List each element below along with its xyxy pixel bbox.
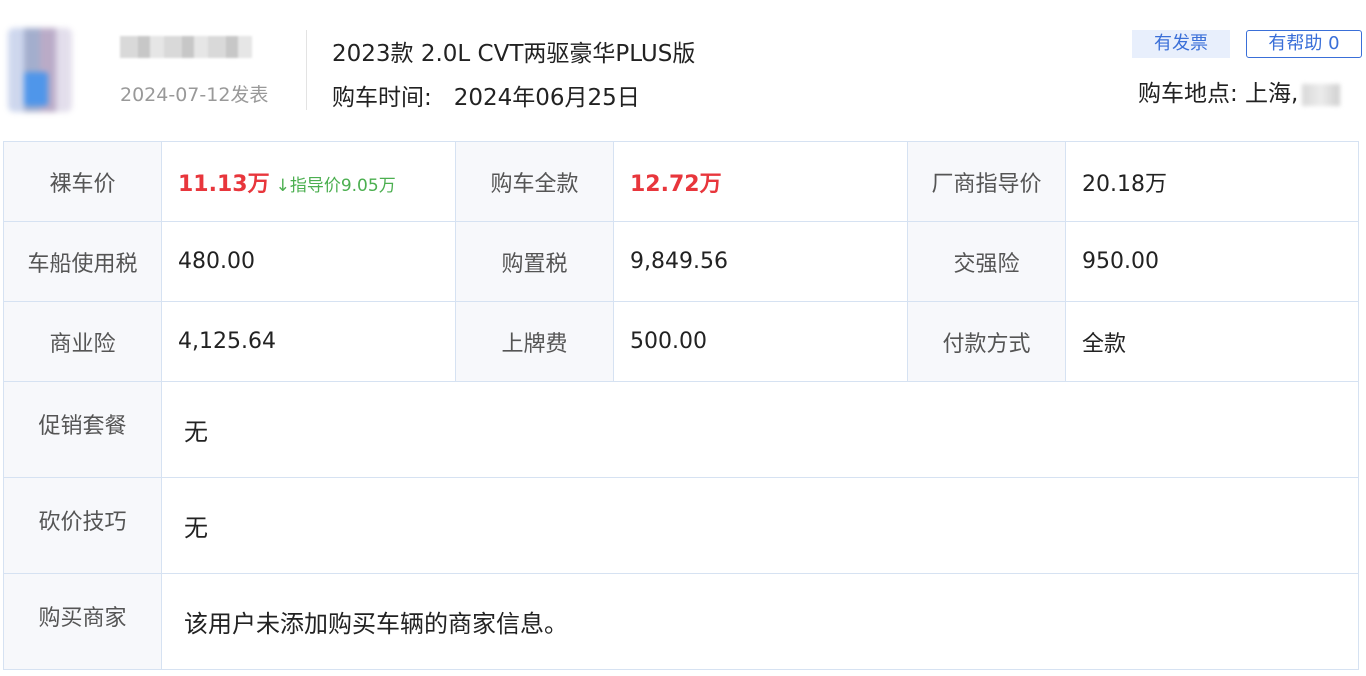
msrp-value: 20.18万 — [1065, 141, 1359, 222]
payment-method-value: 全款 — [1065, 301, 1359, 382]
purchase-tax-label: 购置税 — [455, 221, 614, 302]
bare-price-label: 裸车价 — [3, 141, 162, 222]
dealer-label: 购买商家 — [3, 573, 162, 670]
post-date: 2024-07-12发表 — [120, 84, 269, 106]
compulsory-insurance-value: 950.00 — [1065, 221, 1359, 302]
purchase-time: 购车时间: 2024年06月25日 — [332, 78, 640, 112]
bare-price-cell: 11.13万 ↓指导价9.05万 — [161, 141, 456, 222]
commercial-insurance-label: 商业险 — [3, 301, 162, 382]
guide-price-note: ↓指导价9.05万 — [275, 175, 396, 196]
table-row: 商业险 4,125.64 上牌费 500.00 付款方式 全款 — [3, 301, 1359, 382]
bargain-tips-value: 无 — [161, 477, 1359, 574]
table-row: 裸车价 11.13万 ↓指导价9.05万 购车全款 12.72万 厂商指导价 20… — [3, 141, 1359, 222]
bargain-tips-label: 砍价技巧 — [3, 477, 162, 574]
plate-fee-value: 500.00 — [613, 301, 908, 382]
promo-package-value: 无 — [161, 381, 1359, 478]
vehicle-tax-value: 480.00 — [161, 221, 456, 302]
car-model-title[interactable]: 2023款 2.0L CVT两驱豪华PLUS版 — [332, 34, 695, 68]
purchase-time-value: 2024年06月25日 — [453, 85, 640, 111]
review-header: 2024-07-12发表 2023款 2.0L CVT两驱豪华PLUS版 购车时… — [0, 0, 1366, 140]
total-price-cell: 12.72万 — [613, 141, 908, 222]
dealer-value: 该用户未添加购买车辆的商家信息。 — [161, 573, 1359, 670]
purchase-location: 购车地点: 上海, — [1138, 74, 1341, 108]
table-row: 购买商家 该用户未添加购买车辆的商家信息。 — [3, 573, 1359, 670]
table-row: 促销套餐 无 — [3, 381, 1359, 478]
location-blurred — [1302, 83, 1341, 106]
table-row: 车船使用税 480.00 购置税 9,849.56 交强险 950.00 — [3, 221, 1359, 302]
total-price-value: 12.72万 — [630, 171, 722, 197]
commercial-insurance-value: 4,125.64 — [161, 301, 456, 382]
compulsory-insurance-label: 交强险 — [907, 221, 1066, 302]
plate-fee-label: 上牌费 — [455, 301, 614, 382]
avatar[interactable] — [8, 28, 72, 112]
username-blurred[interactable] — [120, 36, 252, 58]
bare-price-value: 11.13万 — [178, 171, 270, 197]
invoice-badge: 有发票 — [1132, 30, 1230, 58]
helpful-button[interactable]: 有帮助 0 — [1246, 30, 1362, 58]
header-divider — [306, 30, 307, 110]
table-row: 砍价技巧 无 — [3, 477, 1359, 574]
purchase-time-label: 购车时间: — [332, 85, 432, 111]
msrp-label: 厂商指导价 — [907, 141, 1066, 222]
vehicle-tax-label: 车船使用税 — [3, 221, 162, 302]
payment-method-label: 付款方式 — [907, 301, 1066, 382]
price-details-table: 裸车价 11.13万 ↓指导价9.05万 购车全款 12.72万 厂商指导价 20… — [3, 141, 1359, 670]
promo-package-label: 促销套餐 — [3, 381, 162, 478]
purchase-tax-value: 9,849.56 — [613, 221, 908, 302]
total-price-label: 购车全款 — [455, 141, 614, 222]
purchase-location-text: 购车地点: 上海, — [1138, 81, 1299, 107]
